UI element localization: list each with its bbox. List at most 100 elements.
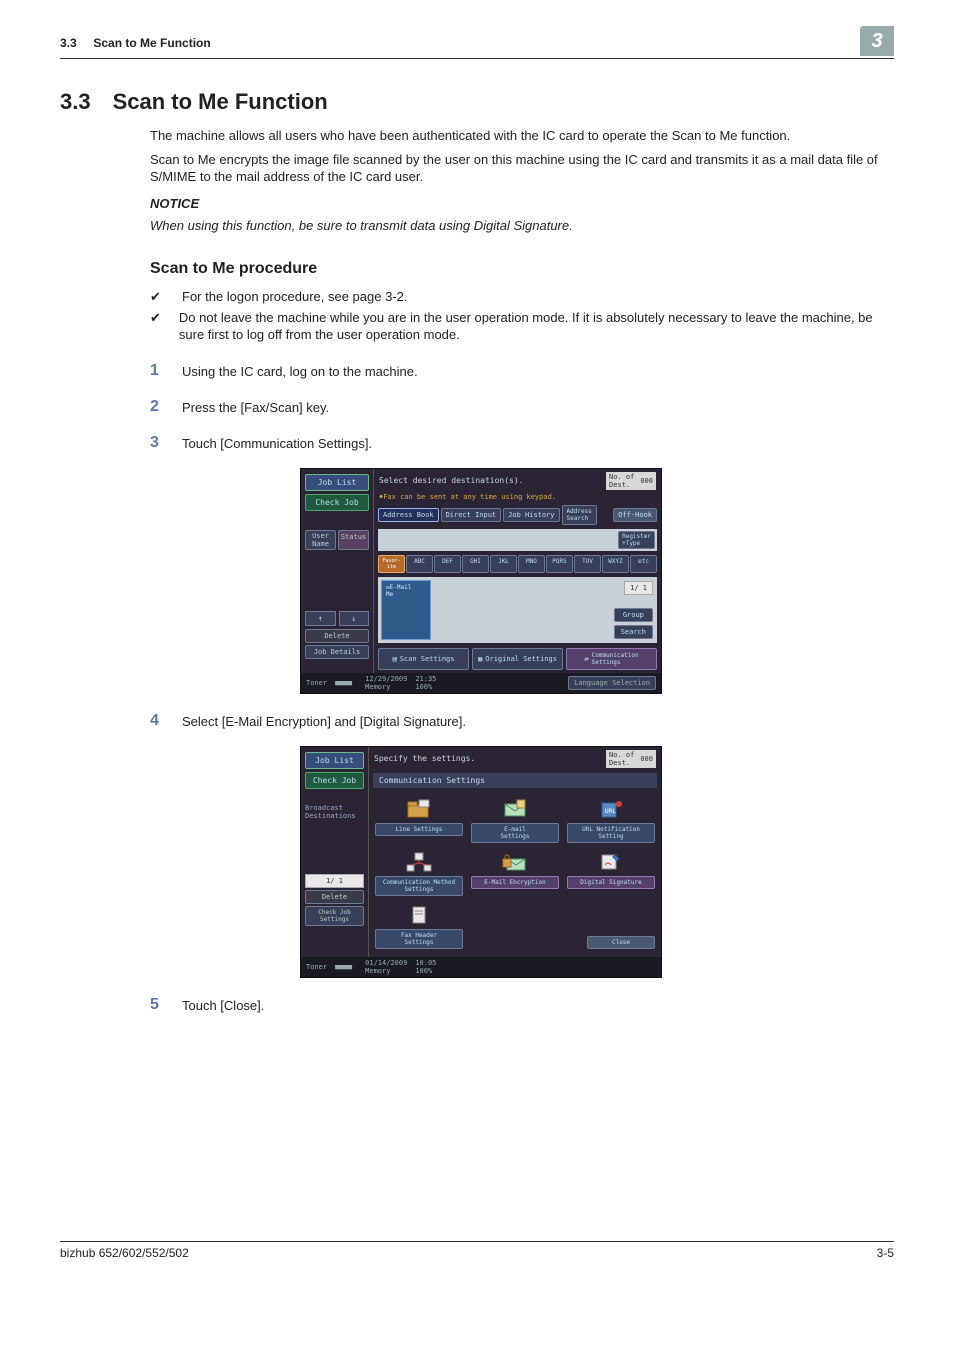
job-details-button[interactable]: Job Details (305, 645, 369, 659)
alpha-row: Favor- ite ABC DEF GHI JKL MNO PQRS TUV … (374, 553, 661, 575)
step-4: 4 Select [E-Mail Encryption] and [Digita… (150, 712, 894, 730)
alpha-favorite[interactable]: Favor- ite (378, 555, 405, 573)
subheading: Scan to Me procedure (150, 260, 894, 278)
arrow-down-icon[interactable]: ↓ (339, 611, 370, 626)
fax-header-button[interactable]: Fax Header Settings (375, 929, 463, 949)
alpha-mno[interactable]: MNO (518, 555, 545, 573)
check-job-settings-button[interactable]: Check Job Settings (305, 906, 364, 926)
step-1: 1 Using the IC card, log on to the machi… (150, 362, 894, 380)
tab-direct-input[interactable]: Direct Input (441, 508, 502, 522)
step-5: 5 Touch [Close]. (150, 996, 894, 1014)
search-button[interactable]: Search (614, 625, 653, 639)
content-area: ✉E-Mail Me 1/ 1 Group Search (378, 577, 657, 643)
step-text: Using the IC card, log on to the machine… (182, 362, 418, 380)
delete-button[interactable]: Delete (305, 890, 364, 904)
step-text: Press the [Fax/Scan] key. (182, 398, 329, 416)
right-buttons: Group Search (614, 608, 653, 639)
step-num: 3 (150, 434, 164, 452)
job-list-button[interactable]: Job List (305, 474, 369, 491)
comm-method-button[interactable]: Communication Method Settings (375, 876, 463, 896)
original-settings-button[interactable]: ▦ Original Settings (472, 648, 563, 670)
tab-address-book[interactable]: Address Book (378, 508, 439, 522)
status-button[interactable]: Status (338, 530, 369, 550)
communication-settings-button[interactable]: ⇄ Communication Settings (566, 648, 657, 670)
close-button[interactable]: Close (587, 936, 655, 949)
network-icon (405, 851, 433, 873)
footer-right: 3-5 (877, 1246, 894, 1260)
check-text-2: Do not leave the machine while you are i… (179, 309, 894, 344)
step-num: 5 (150, 996, 164, 1014)
arrow-up-icon[interactable]: ↑ (305, 611, 336, 626)
status-time: 21:35 (415, 675, 436, 683)
off-hook-button[interactable]: Off-Hook (613, 508, 657, 522)
email-settings-button[interactable]: E-mail Settings (471, 823, 559, 843)
check-item-2: ✔ Do not leave the machine while you are… (150, 309, 894, 344)
scan-settings-button[interactable]: ▤ Scan Settings (378, 648, 469, 670)
status-memory-value: 100% (415, 683, 432, 691)
sidebar: Job List Check Job Broadcast Destination… (301, 747, 369, 957)
body: The machine allows all users who have be… (150, 127, 894, 1014)
language-selection-button[interactable]: Language Selection (568, 676, 656, 690)
main-area: Specify the settings. No. of Dest. 000 C… (369, 747, 661, 957)
dest-count: No. of Dest. 000 (606, 472, 656, 490)
dest-value: 000 (640, 755, 653, 763)
step-num: 2 (150, 398, 164, 416)
delete-button[interactable]: Delete (305, 629, 369, 643)
sub-info: ♦Fax can be sent at any time using keypa… (374, 493, 661, 503)
footer-left: bizhub 652/602/552/502 (60, 1246, 189, 1260)
screenshot-comm-settings: Job List Check Job Broadcast Destination… (300, 746, 894, 978)
notice-label: NOTICE (150, 196, 894, 211)
digital-signature-button[interactable]: Digital Signature (567, 876, 655, 889)
email-encryption-button[interactable]: E-Mail Encryption (471, 876, 559, 889)
line-settings-cell: Line Settings (375, 798, 463, 843)
alpha-abc[interactable]: ABC (406, 555, 433, 573)
alpha-tuv[interactable]: TUV (574, 555, 601, 573)
step-num: 1 (150, 362, 164, 380)
group-button[interactable]: Group (614, 608, 653, 622)
check-text-1: For the logon procedure, see page 3-2. (182, 288, 407, 306)
envelope-icon (501, 798, 529, 820)
dest-label: No. of Dest. (609, 751, 634, 767)
page-counter: 1/ 1 (305, 874, 364, 888)
header-left: 3.3 Scan to Me Function (60, 36, 211, 50)
scroll-arrows: ↑ ↓ (305, 611, 369, 626)
intro-para-2: Scan to Me encrypts the image file scann… (150, 151, 894, 186)
alpha-ghi[interactable]: GHI (462, 555, 489, 573)
sidebar: Job List Check Job UserName Status ↑ ↓ D… (301, 469, 374, 673)
user-name-label: UserName (305, 530, 336, 550)
page-header: 3.3 Scan to Me Function 3 (60, 36, 894, 59)
info-bar: Specify the settings. No. of Dest. 000 (369, 747, 661, 771)
job-list-button[interactable]: Job List (305, 752, 364, 769)
folder-icon (405, 798, 433, 820)
strip: Register +Type (378, 529, 657, 551)
page-indicator: 1/ 1 (624, 581, 653, 595)
manual-page: 3.3 Scan to Me Function 3 3.3 Scan to Me… (0, 0, 954, 1280)
check-job-button[interactable]: Check Job (305, 772, 364, 789)
fax-header-cell: Fax Header Settings (375, 904, 463, 949)
tab-job-history[interactable]: Job History (503, 508, 559, 522)
check-job-button[interactable]: Check Job (305, 494, 369, 511)
chapter-badge: 3 (860, 26, 894, 56)
status-memory-value: 100% (415, 967, 432, 975)
lock-envelope-icon (501, 851, 529, 873)
alpha-def[interactable]: DEF (434, 555, 461, 573)
alpha-jkl[interactable]: JKL (490, 555, 517, 573)
document-icon (405, 904, 433, 926)
alpha-etc[interactable]: etc (630, 555, 657, 573)
close-cell: Close (567, 904, 655, 949)
alpha-pqrs[interactable]: PQRS (546, 555, 573, 573)
step-3: 3 Touch [Communication Settings]. (150, 434, 894, 452)
tab-address-search[interactable]: Address Search (562, 505, 597, 525)
line-settings-button[interactable]: Line Settings (375, 823, 463, 836)
register-type-button[interactable]: Register +Type (618, 531, 655, 549)
alpha-wxyz[interactable]: WXYZ (602, 555, 629, 573)
email-settings-cell: E-mail Settings (471, 798, 559, 843)
status-bar: Toner ■■■■■ 01/14/2009 Memory 10:05 100% (301, 957, 661, 977)
intro-para-1: The machine allows all users who have be… (150, 127, 894, 145)
url-notification-button[interactable]: URL Notification Setting (567, 823, 655, 843)
signature-icon (597, 851, 625, 873)
email-me-chip[interactable]: ✉E-Mail Me (381, 580, 431, 640)
step-text: Touch [Communication Settings]. (182, 434, 372, 452)
step-text: Select [E-Mail Encryption] and [Digital … (182, 712, 466, 730)
printer-panel-1: Job List Check Job UserName Status ↑ ↓ D… (300, 468, 662, 694)
